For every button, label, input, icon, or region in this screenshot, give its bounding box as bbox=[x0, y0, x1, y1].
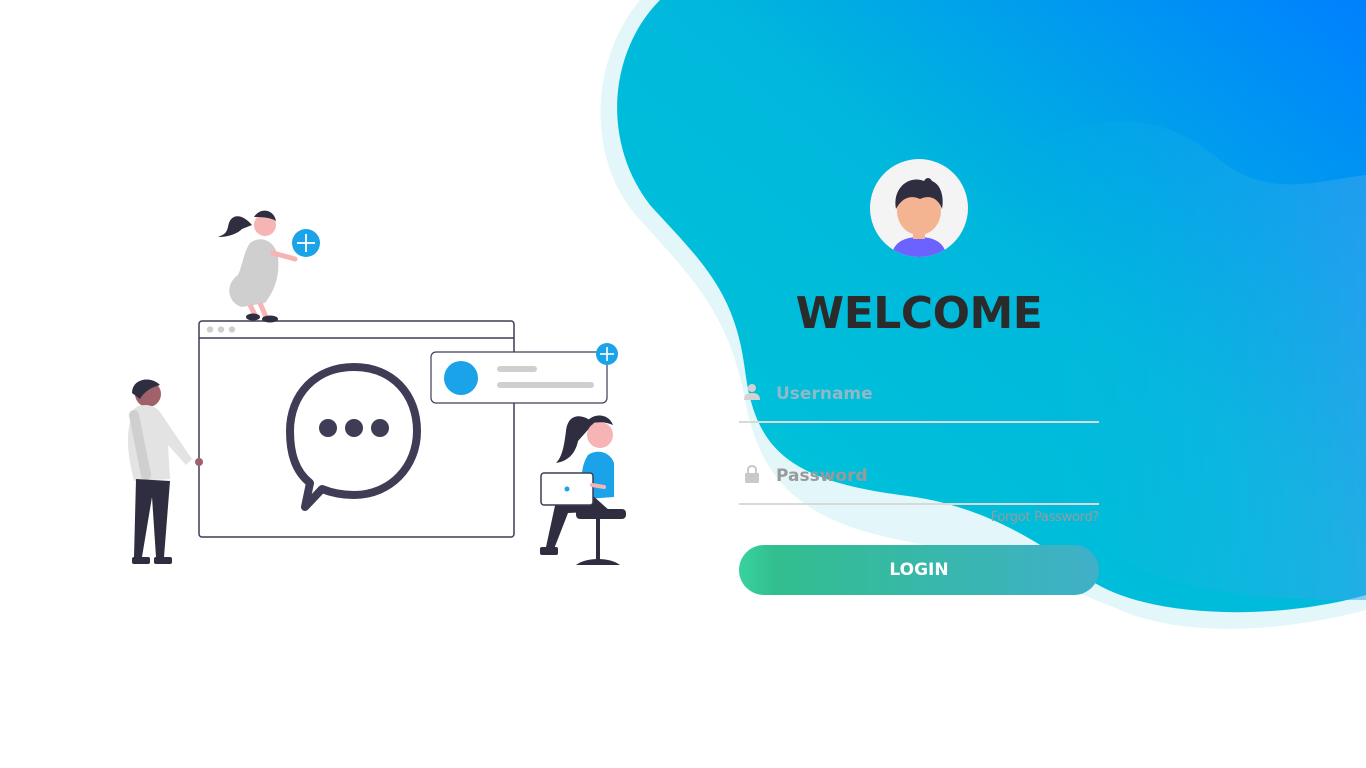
user-avatar-icon bbox=[870, 159, 968, 257]
login-button[interactable]: LOGIN bbox=[739, 545, 1099, 595]
plus-circle-icon bbox=[596, 343, 618, 365]
username-input[interactable] bbox=[774, 379, 1098, 409]
person-right-figure bbox=[540, 415, 626, 565]
user-icon bbox=[744, 383, 760, 401]
plus-circle-icon-top bbox=[292, 229, 320, 257]
profile-card bbox=[430, 351, 608, 404]
chat-illustration bbox=[127, 210, 626, 565]
lock-icon bbox=[744, 464, 760, 483]
password-field bbox=[739, 457, 1099, 505]
login-page: WELCOME Forgot Password? LOGIN bbox=[0, 0, 1366, 768]
username-field bbox=[739, 375, 1099, 423]
page-title: WELCOME bbox=[795, 288, 1043, 339]
person-left-figure bbox=[127, 379, 203, 564]
password-input[interactable] bbox=[774, 461, 1098, 491]
forgot-password-link[interactable]: Forgot Password? bbox=[899, 510, 1100, 525]
person-top-figure bbox=[218, 210, 298, 323]
